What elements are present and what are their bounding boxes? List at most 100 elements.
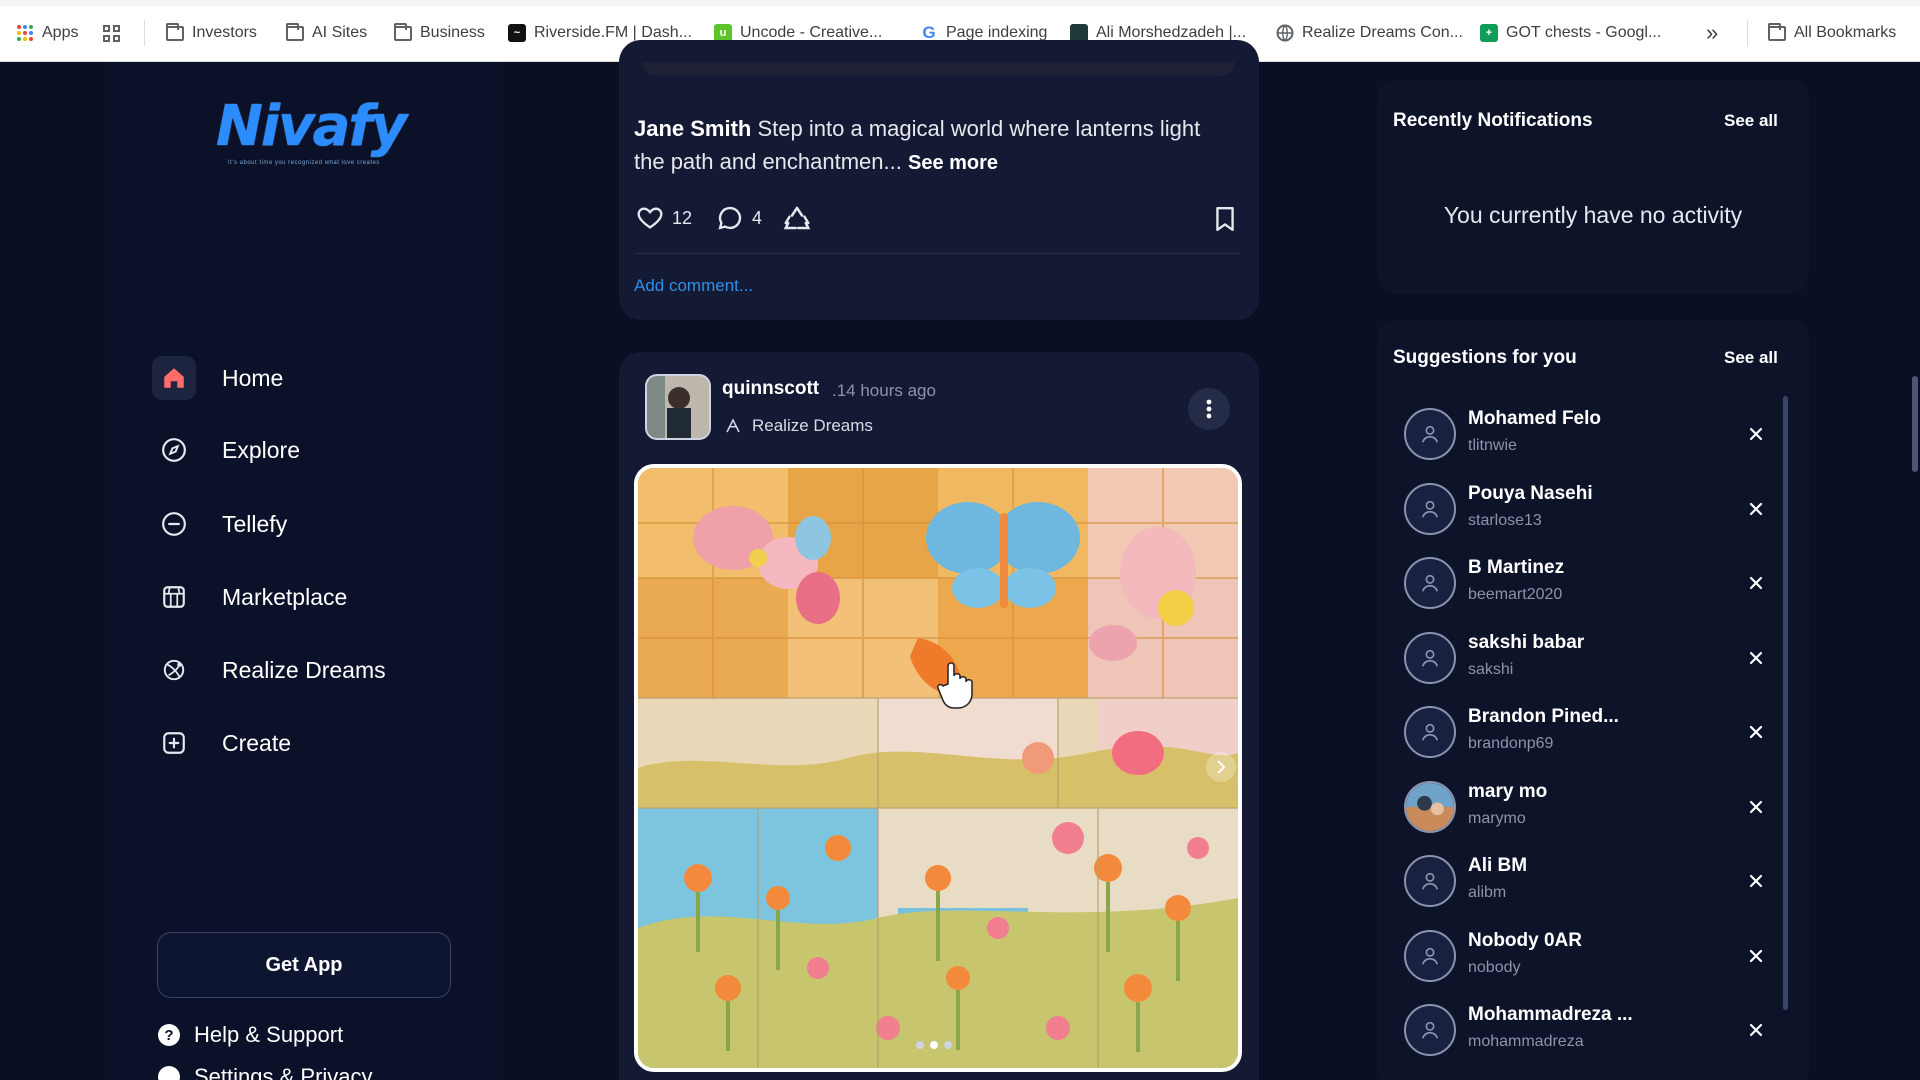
store-icon [152, 575, 196, 619]
help-support-link[interactable]: ? Help & Support [158, 1022, 343, 1048]
suggestion-name[interactable]: Ali BM [1468, 855, 1527, 877]
all-bookmarks[interactable]: All Bookmarks [1768, 22, 1896, 44]
bookmarks-separator [1747, 20, 1748, 46]
tab-strip-edge [0, 0, 1920, 6]
suggestion-name[interactable]: Mohamed Felo [1468, 408, 1601, 430]
nav-home[interactable]: Home [152, 356, 283, 400]
post-options-button[interactable] [1188, 388, 1230, 430]
close-icon [1749, 1023, 1763, 1037]
suggestion-name[interactable]: B Martinez [1468, 557, 1564, 579]
logo-tagline: It's about time you recognized what love… [228, 160, 380, 166]
user-placeholder-icon[interactable] [1404, 631, 1456, 684]
bookmark-ai-sites[interactable]: AI Sites [286, 22, 367, 44]
suggestion-username: beemart2020 [1468, 586, 1563, 603]
nav-explore[interactable]: Explore [152, 428, 300, 472]
suggestion-item[interactable]: Ali BM alibm [1404, 851, 1784, 911]
nav-label: Home [222, 364, 284, 391]
nav-label: Explore [222, 436, 300, 463]
carousel-dot[interactable] [944, 1041, 952, 1049]
share-button[interactable] [782, 203, 812, 233]
carousel-dot-active[interactable] [930, 1041, 938, 1049]
dismiss-suggestion-button[interactable] [1742, 718, 1770, 746]
nav-tellefy[interactable]: Tellefy [152, 502, 287, 546]
bookmark-got-chests[interactable]: + GOT chests - Googl... [1480, 22, 1661, 44]
post-image[interactable] [634, 464, 1242, 1072]
dismiss-suggestion-button[interactable] [1742, 793, 1770, 821]
suggestion-item[interactable]: mary mo marymo [1404, 777, 1784, 837]
post-author[interactable]: Jane Smith [634, 116, 751, 141]
suggestion-name[interactable]: Mohammadreza ... [1468, 1004, 1633, 1026]
user-placeholder-icon[interactable] [1404, 557, 1456, 609]
like-button[interactable]: 12 [636, 204, 692, 232]
post-group-link[interactable]: Realize Dreams [724, 416, 873, 436]
suggestion-item[interactable]: Mohammadreza ... mohammadreza [1404, 1000, 1784, 1060]
suggestion-name[interactable]: Nobody 0AR [1468, 930, 1582, 952]
suggestion-item[interactable]: Nobody 0AR nobody [1404, 926, 1784, 986]
suggestion-name[interactable]: mary mo [1468, 781, 1547, 803]
heart-icon [637, 207, 663, 229]
bookmark-label: Realize Dreams Con... [1302, 24, 1463, 41]
bookmark-business[interactable]: Business [394, 22, 485, 44]
dismiss-suggestion-button[interactable] [1742, 644, 1770, 672]
carousel-dot[interactable] [916, 1041, 924, 1049]
suggestion-name[interactable]: Pouya Nasehi [1468, 483, 1593, 505]
suggestion-item[interactable]: Mohamed Felo tlitnwie [1404, 404, 1784, 464]
sheets-icon: + [1480, 24, 1498, 42]
suggestions-see-all[interactable]: See all [1724, 348, 1778, 368]
apps-label: Apps [42, 24, 79, 41]
nav-realize-dreams[interactable]: Realize Dreams [152, 648, 386, 692]
close-icon [1749, 651, 1763, 664]
folder-icon [1768, 22, 1786, 42]
dreams-icon [726, 418, 740, 433]
comment-button[interactable]: 4 [716, 204, 762, 232]
add-comment-input[interactable]: Add comment... [634, 276, 753, 296]
post-username[interactable]: quinnscott [722, 378, 819, 400]
settings-label: Settings & Privacy [194, 1064, 373, 1080]
dismiss-suggestion-button[interactable] [1742, 942, 1770, 970]
user-placeholder-icon[interactable] [1404, 482, 1456, 535]
close-icon [1749, 502, 1763, 515]
page-scrollbar[interactable] [1912, 376, 1918, 472]
user-placeholder-icon[interactable] [1404, 929, 1456, 982]
settings-privacy-link[interactable]: Settings & Privacy [158, 1064, 373, 1080]
dismiss-suggestion-button[interactable] [1742, 1016, 1770, 1044]
see-more-link[interactable]: See more [908, 152, 998, 174]
carousel-next-button[interactable] [1206, 752, 1236, 782]
suggestion-username: nobody [1468, 958, 1521, 976]
close-icon [1749, 800, 1763, 813]
nivafy-logo[interactable]: Nivafy It's about time you recognized wh… [216, 88, 407, 178]
chat-icon [152, 502, 196, 546]
suggestion-username: tlitnwie [1468, 437, 1517, 454]
suggestion-item[interactable]: Pouya Nasehi starlose13 [1404, 479, 1784, 539]
suggestion-name[interactable]: sakshi babar [1468, 632, 1584, 654]
apps-shortcut[interactable]: Apps [16, 22, 78, 44]
user-placeholder-icon[interactable] [1404, 706, 1456, 758]
suggestion-name[interactable]: Brandon Pined... [1468, 706, 1619, 728]
suggestion-item[interactable]: sakshi babar sakshi [1404, 628, 1784, 688]
save-post-button[interactable] [1213, 206, 1237, 237]
user-placeholder-icon[interactable] [1404, 408, 1456, 460]
dismiss-suggestion-button[interactable] [1742, 867, 1770, 895]
notifications-see-all[interactable]: See all [1724, 111, 1778, 131]
user-placeholder-icon[interactable] [1404, 855, 1456, 907]
bookmark-realize-dreams[interactable]: Realize Dreams Con... [1276, 22, 1463, 44]
bookmark-label: AI Sites [312, 24, 368, 41]
user-placeholder-icon[interactable] [1404, 1004, 1456, 1056]
get-app-button[interactable]: Get App [157, 932, 451, 998]
bookmarks-overflow-button[interactable]: » [1706, 20, 1718, 45]
suggestion-item[interactable]: B Martinez beemart2020 [1404, 553, 1784, 613]
dreams-icon [152, 648, 196, 692]
riverside-icon: ~ [508, 24, 526, 42]
dismiss-suggestion-button[interactable] [1742, 420, 1770, 448]
tab-groups-button[interactable] [102, 22, 120, 44]
dismiss-suggestion-button[interactable] [1742, 569, 1770, 597]
post-author-avatar[interactable] [645, 374, 711, 440]
nav-marketplace[interactable]: Marketplace [152, 575, 347, 619]
suggestion-item[interactable]: Brandon Pined... brandonp69 [1404, 702, 1784, 762]
dismiss-suggestion-button[interactable] [1742, 495, 1770, 523]
bookmark-investors[interactable]: Investors [166, 22, 257, 44]
suggestion-username: mohammadreza [1468, 1033, 1584, 1050]
question-icon: ? [158, 1024, 180, 1046]
avatar[interactable] [1404, 780, 1456, 833]
nav-create[interactable]: Create [152, 721, 291, 765]
